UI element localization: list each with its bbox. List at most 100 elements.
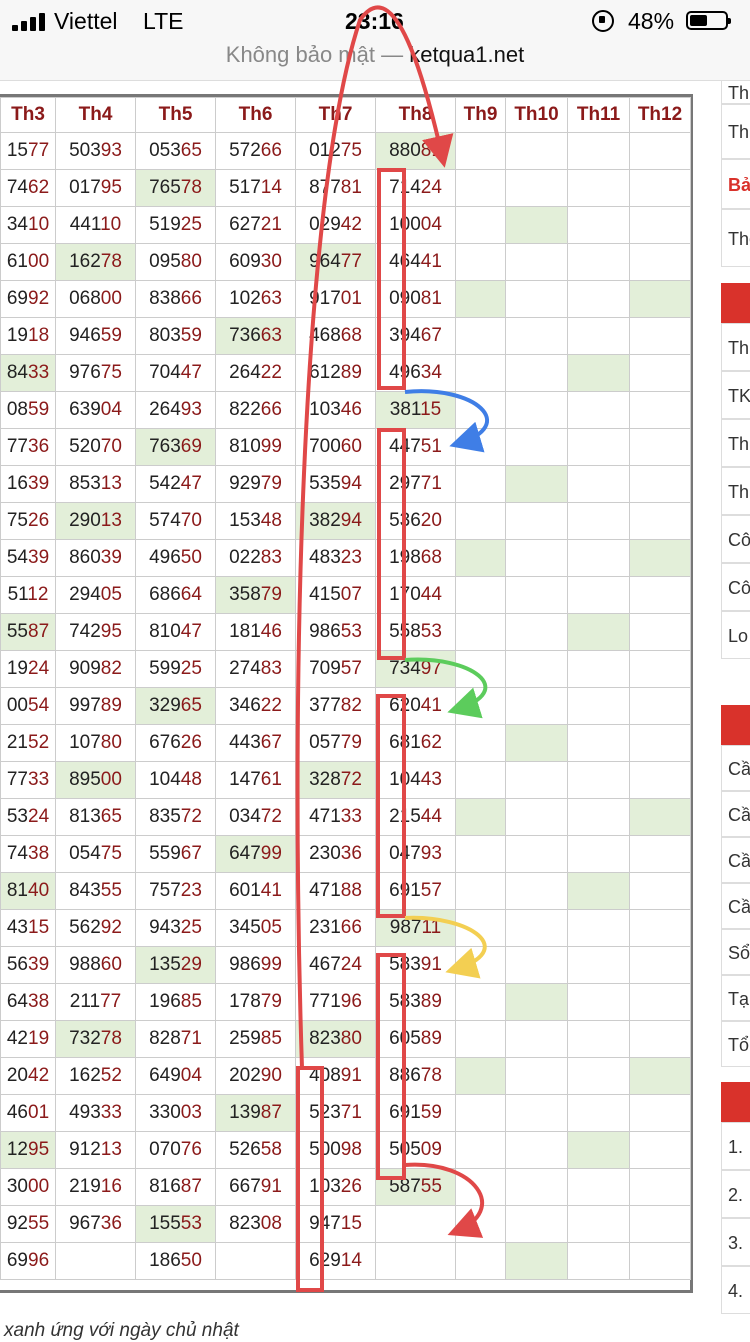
table-cell: 60589 bbox=[375, 1020, 456, 1058]
table-cell bbox=[455, 724, 506, 762]
table-cell bbox=[567, 1057, 630, 1095]
table-cell: 91213 bbox=[55, 1131, 136, 1169]
table-cell: 85313 bbox=[55, 465, 136, 503]
sidebar-item[interactable]: TK bbox=[721, 371, 750, 419]
table-cell bbox=[505, 613, 568, 651]
table-cell bbox=[505, 724, 568, 762]
table-cell: 91701 bbox=[295, 280, 376, 318]
table-cell bbox=[505, 391, 568, 429]
table-cell bbox=[505, 946, 568, 984]
table-cell: 5112 bbox=[0, 576, 56, 614]
sidebar-item[interactable]: Th bbox=[721, 104, 750, 159]
table-cell bbox=[629, 946, 691, 984]
table-cell: 26422 bbox=[215, 354, 296, 392]
table-cell bbox=[567, 835, 630, 873]
sidebar-item[interactable]: Bả bbox=[721, 159, 750, 209]
table-cell bbox=[455, 428, 506, 466]
table-cell bbox=[629, 1094, 691, 1132]
table-cell: 32872 bbox=[295, 761, 376, 799]
sidebar-item[interactable]: Th bbox=[721, 467, 750, 515]
column-header-th8: Th8 bbox=[375, 97, 456, 133]
table-cell bbox=[505, 428, 568, 466]
table-cell: 15348 bbox=[215, 502, 296, 540]
sidebar-item[interactable]: Cầ bbox=[721, 791, 750, 837]
table-cell bbox=[455, 1057, 506, 1095]
table-cell: 14761 bbox=[215, 761, 296, 799]
table-cell: 75723 bbox=[135, 872, 216, 910]
table-cell bbox=[629, 1168, 691, 1206]
table-cell bbox=[567, 872, 630, 910]
sidebar-item[interactable]: Cầ bbox=[721, 745, 750, 791]
url-display[interactable]: Không bảo mật — ketqua1.net bbox=[0, 42, 750, 68]
sidebar-item[interactable]: Th bbox=[721, 323, 750, 371]
table-cell bbox=[567, 761, 630, 799]
sidebar-item[interactable]: Th bbox=[721, 80, 750, 104]
sidebar-item[interactable]: Tổ bbox=[721, 1021, 750, 1067]
table-cell: 39467 bbox=[375, 317, 456, 355]
sidebar-item[interactable]: Th bbox=[721, 419, 750, 467]
table-row: 5587 74295 81047 18146 98653 55853 bbox=[0, 613, 691, 651]
signal-icon bbox=[12, 13, 46, 31]
table-cell bbox=[505, 132, 568, 170]
table-cell bbox=[505, 169, 568, 207]
table-cell: 50098 bbox=[295, 1131, 376, 1169]
table-cell bbox=[629, 687, 691, 725]
sidebar-item[interactable]: 1. bbox=[721, 1122, 750, 1170]
table-cell: 51925 bbox=[135, 206, 216, 244]
table-row: 2042 16252 64904 20290 40891 88678 bbox=[0, 1057, 691, 1095]
table-cell bbox=[455, 317, 506, 355]
table-cell bbox=[567, 1168, 630, 1206]
table-cell bbox=[629, 243, 691, 281]
table-row: 5639 98860 13529 98699 46724 58391 bbox=[0, 946, 691, 984]
sidebar-item[interactable]: Lo bbox=[721, 611, 750, 659]
table-cell: 02283 bbox=[215, 539, 296, 577]
column-header-th6: Th6 bbox=[215, 97, 296, 133]
table-cell bbox=[567, 946, 630, 984]
table-cell bbox=[567, 428, 630, 466]
table-cell: 90982 bbox=[55, 650, 136, 688]
table-cell bbox=[505, 502, 568, 540]
table-cell: 46441 bbox=[375, 243, 456, 281]
sidebar-item[interactable]: Cầ bbox=[721, 837, 750, 883]
table-cell: 57470 bbox=[135, 502, 216, 540]
table-cell bbox=[629, 576, 691, 614]
sidebar-item[interactable]: Cô bbox=[721, 515, 750, 563]
sidebar-item[interactable]: Tạ bbox=[721, 975, 750, 1021]
table-cell bbox=[567, 317, 630, 355]
table-cell bbox=[505, 761, 568, 799]
table-cell: 5324 bbox=[0, 798, 56, 836]
sidebar-item[interactable]: Cầ bbox=[721, 883, 750, 929]
table-cell bbox=[455, 687, 506, 725]
table-cell bbox=[505, 243, 568, 281]
table-cell: 19868 bbox=[375, 539, 456, 577]
table-cell: 57266 bbox=[215, 132, 296, 170]
table-cell bbox=[505, 1131, 568, 1169]
column-header-th3: Th3 bbox=[0, 97, 56, 133]
table-cell: 6992 bbox=[0, 280, 56, 318]
sidebar: ThThBảThe theThTKThThCôCô VIPLoCầCầCầCầS… bbox=[721, 80, 750, 1334]
table-cell: 4315 bbox=[0, 909, 56, 947]
table-cell: 10326 bbox=[295, 1168, 376, 1206]
url-host: ketqua1.net bbox=[409, 42, 525, 67]
table-cell: 29771 bbox=[375, 465, 456, 503]
table-row: 1295 91213 07076 52658 50098 50509 bbox=[0, 1131, 691, 1169]
table-cell: 69159 bbox=[375, 1094, 456, 1132]
sidebar-item[interactable]: Cô VIP bbox=[721, 563, 750, 611]
table-header-row: Th3 Th4 Th5 Th6 Th7 Th8 Th9 Th10 Th11 Th12 bbox=[0, 97, 691, 133]
table-cell: 05365 bbox=[135, 132, 216, 170]
table-cell: 44751 bbox=[375, 428, 456, 466]
table-cell: 1639 bbox=[0, 465, 56, 503]
sidebar-item[interactable]: Sổ bbox=[721, 929, 750, 975]
table-cell: 87781 bbox=[295, 169, 376, 207]
table-cell: 98699 bbox=[215, 946, 296, 984]
clock: 23:16 bbox=[345, 8, 404, 34]
table-cell bbox=[629, 391, 691, 429]
sidebar-item[interactable]: The the bbox=[721, 209, 750, 267]
sidebar-item[interactable]: 3. bbox=[721, 1218, 750, 1266]
sidebar-item[interactable]: 2. bbox=[721, 1170, 750, 1218]
table-cell bbox=[375, 1205, 456, 1243]
table-cell bbox=[629, 798, 691, 836]
table-cell: 0054 bbox=[0, 687, 56, 725]
sidebar-item[interactable]: 4. bbox=[721, 1266, 750, 1314]
address-bar[interactable]: Không bảo mật — ketqua1.net bbox=[0, 40, 750, 81]
